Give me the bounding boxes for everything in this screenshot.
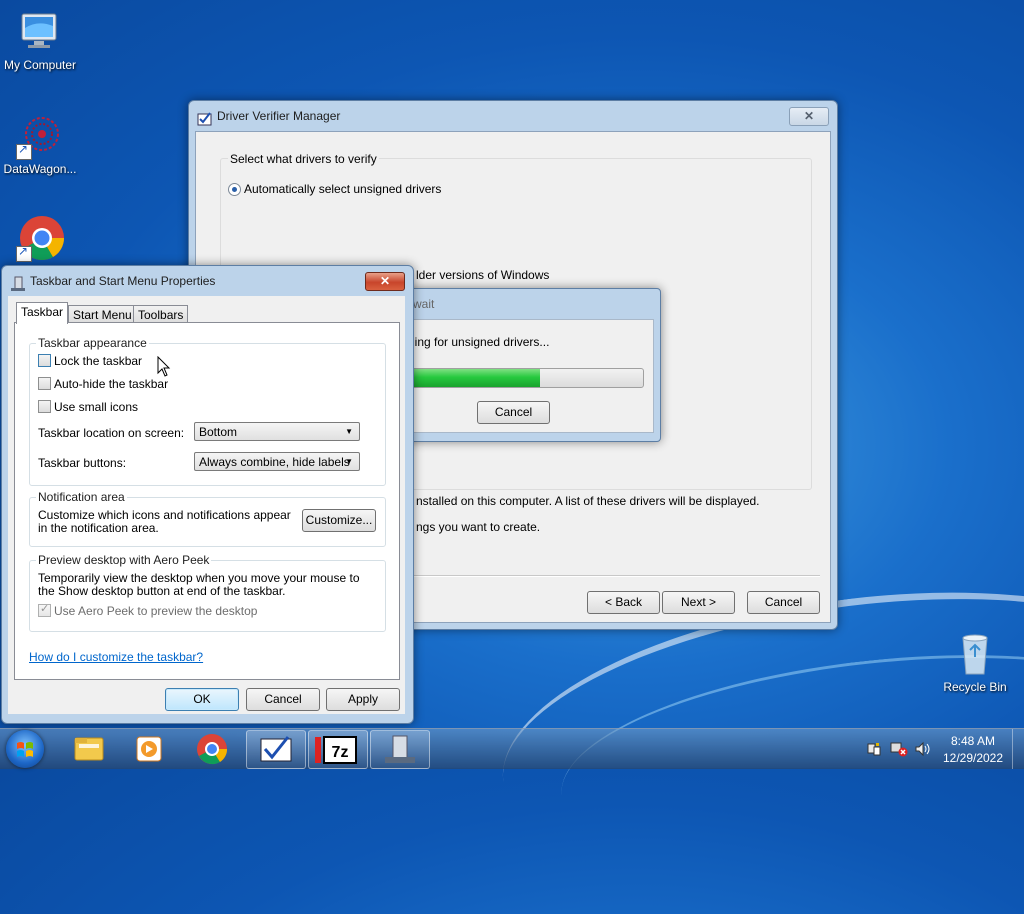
scanning-message: ning for unsigned drivers...: [408, 335, 550, 349]
volume-icon[interactable]: [914, 741, 932, 760]
show-desktop-button[interactable]: [1012, 729, 1024, 769]
dialog-client: ning for unsigned drivers... Cancel: [387, 319, 654, 433]
taskbar-properties-window: Taskbar and Start Menu Properties ✕ Task…: [1, 265, 414, 724]
chevron-down-icon: ▼: [345, 427, 353, 436]
dialog-cancel-button[interactable]: Cancel: [477, 401, 550, 424]
small-icons-checkbox[interactable]: [38, 400, 51, 413]
buttons-value: Always combine, hide labels: [199, 455, 350, 469]
taskbar: 7z 8:48 AM 12/29/2022: [0, 728, 1024, 769]
location-dropdown[interactable]: Bottom ▼: [194, 422, 360, 441]
taskbar-props-icon: [385, 735, 415, 763]
taskbar-explorer[interactable]: [60, 730, 118, 767]
windows-logo-icon: [17, 742, 33, 757]
start-button[interactable]: [6, 730, 44, 768]
aero-peek-description: Temporarily view the desktop when you mo…: [38, 571, 360, 598]
group-title: Notification area: [36, 490, 127, 504]
desktop-icon-label: DataWagon...: [3, 162, 77, 176]
window-title: Driver Verifier Manager: [217, 109, 341, 123]
group-title: Taskbar appearance: [36, 336, 149, 350]
group-title: Preview desktop with Aero Peek: [36, 553, 212, 567]
desktop-icon-chrome[interactable]: [0, 214, 80, 264]
shortcut-arrow-icon: [16, 244, 32, 262]
lock-taskbar-label: Lock the taskbar: [54, 354, 143, 368]
taskbar-media-player[interactable]: [120, 730, 178, 767]
shortcut-arrow-icon: [16, 142, 32, 160]
aero-peek-label: Use Aero Peek to preview the desktop: [54, 604, 258, 618]
verifier-app-icon: [197, 108, 213, 126]
small-icons-label: Use small icons: [54, 400, 139, 414]
chrome-icon: [16, 214, 64, 262]
network-warning-icon[interactable]: [890, 741, 908, 760]
desktop-icon-my-computer[interactable]: My Computer: [0, 8, 80, 72]
lock-taskbar-checkbox[interactable]: [38, 354, 51, 367]
desktop-icon-label: My Computer: [3, 58, 77, 72]
desktop-icon-datawagon[interactable]: DataWagon...: [0, 112, 80, 176]
taskbar-driver-verifier[interactable]: [246, 730, 306, 769]
chevron-down-icon: ▼: [345, 457, 353, 466]
radio-auto-select-label: Automatically select unsigned drivers: [244, 182, 442, 196]
verifier-app-icon: [260, 736, 292, 762]
taskbar-properties[interactable]: [370, 730, 430, 769]
close-button[interactable]: ✕: [789, 107, 829, 126]
desktop-icon-recycle-bin[interactable]: Recycle Bin: [935, 630, 1015, 694]
please-wait-dialog: wait ning for unsigned drivers... Cancel: [380, 288, 661, 442]
media-player-icon: [136, 736, 162, 762]
clock-time[interactable]: 8:48 AM: [938, 734, 1008, 748]
group-label: Select what drivers to verify: [228, 152, 379, 166]
progress-bar-fill: [409, 369, 541, 387]
cancel-button[interactable]: Cancel: [747, 591, 820, 614]
taskbar-props-icon: [10, 273, 26, 291]
svg-text:7z: 7z: [332, 744, 349, 761]
desktop-icon-label: Recycle Bin: [943, 680, 1007, 694]
props-client: Taskbar Start Menu Toolbars Taskbar appe…: [8, 296, 405, 714]
radio-auto-select[interactable]: [228, 183, 241, 196]
customize-button[interactable]: Customize...: [302, 509, 376, 532]
recycle-bin-icon: [951, 630, 999, 678]
taskbar-7zip[interactable]: 7z: [308, 730, 368, 769]
window-title: Taskbar and Start Menu Properties: [30, 274, 216, 288]
settings-description: ngs you want to create.: [416, 520, 541, 534]
location-label: Taskbar location on screen:: [38, 426, 185, 440]
cancel-button[interactable]: Cancel: [246, 688, 320, 711]
window-titlebar[interactable]: Driver Verifier Manager ✕: [189, 101, 837, 131]
7zip-icon: 7z: [315, 736, 357, 764]
next-button[interactable]: Next >: [662, 591, 735, 614]
tab-panel: Taskbar appearance Lock the taskbar Auto…: [14, 322, 400, 680]
progress-bar: [408, 368, 644, 388]
option-older-label: lder versions of Windows: [416, 268, 550, 282]
buttons-label: Taskbar buttons:: [38, 456, 127, 470]
installed-description: nstalled on this computer. A list of the…: [416, 494, 760, 508]
autohide-checkbox[interactable]: [38, 377, 51, 390]
notification-description: Customize which icons and notifications …: [38, 508, 291, 535]
action-center-icon[interactable]: [866, 741, 882, 760]
aero-peek-checkbox[interactable]: [38, 602, 51, 617]
location-value: Bottom: [199, 425, 238, 439]
mouse-cursor-icon: [157, 355, 171, 381]
datawagon-icon: [16, 112, 64, 160]
clock-date[interactable]: 12/29/2022: [938, 751, 1008, 765]
ok-button[interactable]: OK: [165, 688, 239, 711]
dialog-titlebar[interactable]: wait: [381, 289, 660, 319]
computer-icon: [16, 8, 64, 56]
taskbar-buttons-dropdown[interactable]: Always combine, hide labels ▼: [194, 452, 360, 471]
chrome-icon: [197, 734, 228, 765]
window-titlebar[interactable]: Taskbar and Start Menu Properties ✕: [2, 266, 413, 296]
apply-button[interactable]: Apply: [326, 688, 400, 711]
dialog-title: wait: [413, 297, 435, 311]
close-button[interactable]: ✕: [365, 272, 405, 291]
back-button[interactable]: < Back: [587, 591, 660, 614]
autohide-label: Auto-hide the taskbar: [54, 377, 169, 391]
taskbar-chrome[interactable]: [183, 730, 241, 767]
help-link[interactable]: How do I customize the taskbar?: [29, 650, 203, 664]
tab-taskbar[interactable]: Taskbar: [16, 302, 69, 324]
folder-icon: [74, 737, 104, 761]
